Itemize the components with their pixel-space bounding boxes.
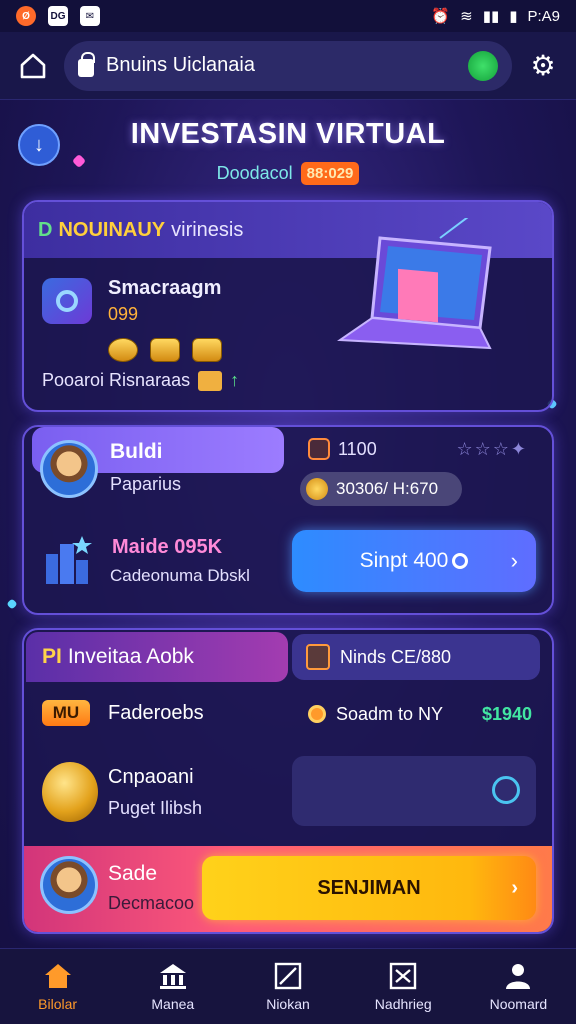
action-label: Sade bbox=[108, 862, 158, 885]
reward-amount: $1940 bbox=[481, 703, 532, 724]
nav-label: Noomard bbox=[489, 995, 548, 1012]
settings-button[interactable]: ⚙ bbox=[526, 49, 560, 83]
nav-label: Nadhrieg bbox=[374, 995, 432, 1012]
header-text: virinesis bbox=[171, 218, 244, 241]
chevron-right-icon: › bbox=[510, 548, 518, 573]
item-value: 099 bbox=[108, 304, 139, 324]
row-label: Faderoebs bbox=[108, 702, 204, 724]
laptop-illustration bbox=[337, 218, 492, 350]
coin-icon bbox=[108, 338, 138, 362]
reward-row[interactable]: Soadm to NY $1940 bbox=[292, 692, 540, 736]
tab-nodes-label: Ninds CE/880 bbox=[340, 646, 452, 667]
mail-icon: ✉ bbox=[80, 6, 100, 26]
subtitle: Doodacol bbox=[216, 163, 293, 183]
chart-icon bbox=[273, 962, 303, 990]
subtitle-badge: 88:029 bbox=[300, 162, 360, 185]
start-label: Sinpt 400 bbox=[359, 549, 449, 572]
avatar bbox=[40, 440, 98, 498]
bank-icon bbox=[158, 962, 188, 990]
profile-icon bbox=[503, 962, 533, 990]
sparkle-decoration bbox=[6, 598, 18, 610]
coin-icon bbox=[306, 478, 328, 500]
nav-label: Niokan bbox=[266, 995, 310, 1012]
status-time: P:A9 bbox=[527, 7, 560, 25]
header-highlight: NOUINAUY bbox=[58, 218, 166, 241]
tab-nodes[interactable]: Ninds CE/880 bbox=[292, 634, 540, 680]
building-icon bbox=[46, 536, 92, 584]
lock-icon bbox=[78, 51, 95, 77]
camera-icon bbox=[42, 278, 92, 324]
clock-icon[interactable] bbox=[492, 776, 520, 804]
page-title: INVESTASIN VIRTUAL bbox=[130, 118, 446, 150]
tab-rating-label: 1100 bbox=[338, 438, 377, 459]
home-icon bbox=[20, 53, 46, 78]
avatar bbox=[40, 856, 98, 914]
notification-icon: DG bbox=[48, 6, 68, 26]
action-sub: Decmacoo bbox=[108, 893, 195, 913]
nav-label: Manea bbox=[151, 995, 195, 1012]
header-letter: D bbox=[38, 218, 53, 241]
reward-label: Soadm to NY bbox=[336, 703, 444, 724]
primary-action-label: SENJIMAN bbox=[317, 876, 421, 899]
url-text: Bnuins Uiclanaia bbox=[106, 54, 255, 76]
nav-item-profile[interactable]: Noomard bbox=[461, 949, 576, 1024]
signal-icon: ▮▮ bbox=[482, 8, 500, 25]
location-icon bbox=[308, 705, 326, 723]
level-badge: MU bbox=[42, 700, 90, 726]
treasure-icon bbox=[192, 338, 222, 362]
balance-pill: 30306/ H:670 bbox=[300, 472, 462, 506]
document-icon bbox=[306, 644, 330, 670]
gear-icon: ⚙ bbox=[530, 50, 556, 81]
invest-icon bbox=[388, 962, 418, 990]
footer-text: Pooaroi Risnaraas bbox=[42, 370, 191, 390]
star-rating-icon: ☆☆☆✦ bbox=[456, 438, 528, 459]
coin-stack-icon bbox=[150, 338, 180, 362]
nav-item-bank[interactable]: Manea bbox=[115, 949, 230, 1024]
card-footer: Pooaroi Risnaraas ↑ bbox=[42, 370, 239, 391]
wifi-icon: ≋ bbox=[460, 8, 473, 25]
tab-rating[interactable]: 1100 ☆☆☆✦ bbox=[290, 429, 542, 469]
app-notification-icon: Ø bbox=[16, 6, 36, 26]
coin-stack-icon bbox=[42, 762, 98, 822]
home-icon bbox=[43, 962, 73, 990]
item-name: Smacraagm bbox=[108, 277, 222, 299]
profile-sub: Paparius bbox=[110, 474, 182, 494]
nav-label: Bilolar bbox=[38, 995, 78, 1012]
tab-label: Inveitaa Aobk bbox=[67, 645, 194, 668]
badge-icon bbox=[308, 438, 330, 460]
stat-sub: Cadeonuma Dbskl bbox=[110, 566, 250, 585]
start-button[interactable]: Sinpt 400 › bbox=[292, 530, 536, 592]
url-bar[interactable]: Bnuins Uiclanaia bbox=[64, 40, 512, 91]
sparkle-icon: ↑ bbox=[230, 370, 240, 390]
coin-rewards bbox=[108, 338, 222, 362]
chevron-right-icon: › bbox=[511, 876, 518, 899]
bottom-nav: Bilolar Manea Niokan Nadhrieg Noomard bbox=[0, 948, 576, 1024]
row-sub: Puget Ilibsh bbox=[108, 798, 203, 818]
browser-toolbar: Bnuins Uiclanaia ⚙ bbox=[0, 32, 576, 100]
subtitle-row: Doodacol 88:029 bbox=[0, 162, 576, 185]
balance-value: 30306/ H:670 bbox=[336, 479, 439, 498]
nav-item-invest[interactable]: Nadhrieg bbox=[346, 949, 461, 1024]
home-button[interactable] bbox=[16, 49, 50, 83]
stat-title: Maide 095K bbox=[112, 536, 223, 558]
status-bar: Ø DG ✉ ⏰ ≋ ▮▮ ▮ P:A9 bbox=[0, 0, 576, 32]
alarm-icon: ⏰ bbox=[431, 8, 451, 25]
primary-action-button[interactable]: SENJIMAN › bbox=[202, 856, 536, 920]
coin-icon bbox=[452, 553, 469, 569]
profile-name: Buldi bbox=[110, 440, 163, 463]
tab-investment[interactable]: PI Inveitaa Aobk bbox=[26, 632, 288, 682]
tab-prefix: PI bbox=[42, 645, 62, 668]
nav-item-home[interactable]: Bilolar bbox=[0, 949, 115, 1024]
gift-icon bbox=[198, 370, 223, 391]
nav-item-chart[interactable]: Niokan bbox=[230, 949, 345, 1024]
secure-status-icon[interactable] bbox=[468, 50, 498, 81]
row-label: Cnpaoani bbox=[108, 766, 194, 788]
battery-icon: ▮ bbox=[509, 8, 518, 25]
